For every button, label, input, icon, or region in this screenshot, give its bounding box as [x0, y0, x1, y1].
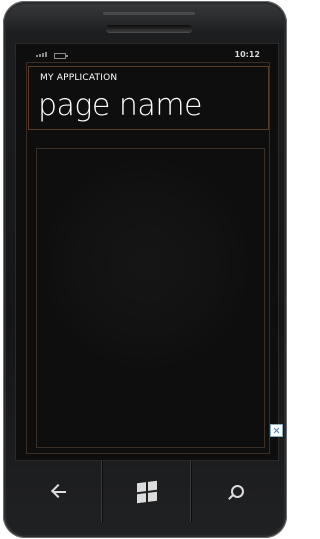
content-panel [36, 148, 265, 448]
status-bar: 10:12 [16, 44, 278, 64]
page-title: page name [38, 88, 203, 123]
resize-icon[interactable] [270, 424, 283, 437]
back-button[interactable] [15, 461, 104, 522]
signal-icon [36, 52, 47, 57]
back-arrow-icon [50, 483, 68, 501]
search-button[interactable] [192, 461, 279, 522]
application-title: MY APPLICATION [40, 73, 118, 83]
phone-emulator-frame: 10:12 MY APPLICATION page name [3, 1, 287, 538]
hardware-nav-bar [15, 461, 279, 522]
search-icon [226, 483, 245, 501]
windows-logo-icon [136, 480, 157, 503]
phone-screen: 10:12 MY APPLICATION page name [15, 43, 279, 461]
title-panel: MY APPLICATION page name [28, 66, 269, 130]
earpiece-speaker [106, 25, 192, 32]
start-button[interactable] [103, 461, 192, 522]
status-time: 10:12 [234, 50, 260, 59]
frame-top-highlight [103, 12, 195, 15]
battery-icon [54, 53, 68, 59]
